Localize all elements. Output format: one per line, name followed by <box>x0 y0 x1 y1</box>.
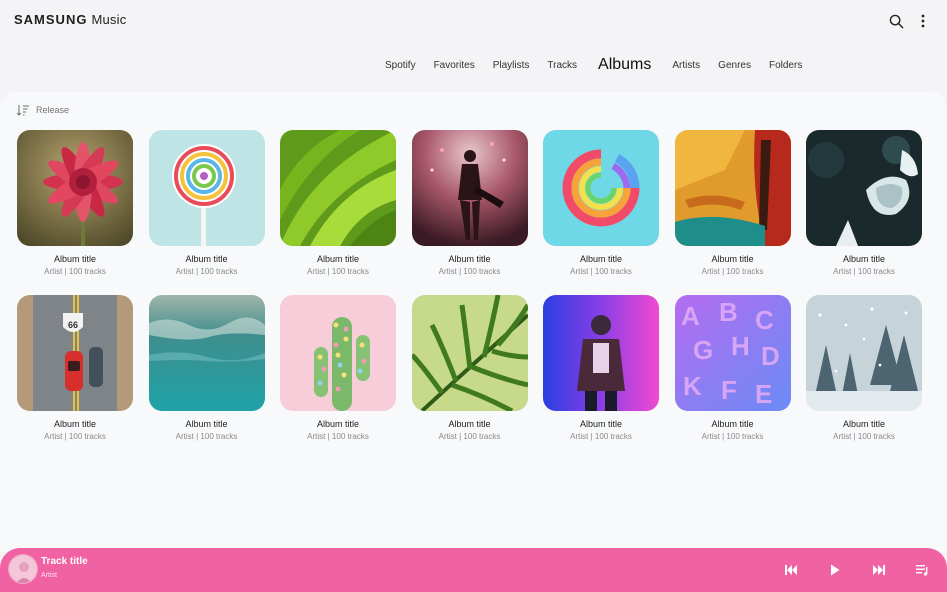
album-card[interactable]: Album title Artist | 100 tracks <box>411 295 528 442</box>
album-card[interactable]: Album title Artist | 100 tracks <box>148 130 265 277</box>
sort-icon <box>16 105 29 116</box>
svg-text:K: K <box>683 371 702 401</box>
search-icon[interactable] <box>887 12 905 30</box>
play-icon[interactable] <box>827 562 843 578</box>
album-title: Album title <box>185 419 228 429</box>
album-subtitle: Artist | 100 tracks <box>701 432 764 441</box>
album-card[interactable]: Album title Artist | 100 tracks <box>280 130 396 277</box>
svg-text:F: F <box>721 375 737 405</box>
album-cover: ABC GHD KFE <box>674 295 791 411</box>
next-icon[interactable] <box>871 562 887 578</box>
album-subtitle: Artist | 100 tracks <box>44 267 106 276</box>
album-card[interactable]: Album title Artist | 100 tracks <box>411 130 528 277</box>
album-subtitle: Artist | 100 tracks <box>307 267 369 276</box>
album-cover <box>17 130 133 246</box>
album-title: Album title <box>185 254 228 264</box>
album-subtitle: Artist | 100 tracks <box>438 267 501 276</box>
svg-text:D: D <box>761 341 780 371</box>
svg-text:66: 66 <box>68 320 78 330</box>
album-subtitle: Artist | 100 tracks <box>833 432 895 441</box>
album-cover <box>148 130 265 246</box>
album-cover <box>148 295 265 411</box>
svg-text:C: C <box>755 305 774 335</box>
track-artist: Artist <box>41 572 57 579</box>
album-title: Album title <box>842 419 886 429</box>
album-title: Album title <box>53 254 97 264</box>
album-card[interactable]: ABC GHD KFE Album title Artist | 100 tra… <box>674 295 791 442</box>
album-card[interactable]: Album title Artist | 100 tracks <box>543 130 659 277</box>
album-subtitle: Artist | 100 tracks <box>175 432 238 441</box>
tab-tracks[interactable]: Tracks <box>538 60 586 71</box>
album-subtitle: Artist | 100 tracks <box>570 267 632 276</box>
album-subtitle: Artist | 100 tracks <box>701 267 764 276</box>
album-card[interactable]: Album title Artist | 100 tracks <box>17 130 133 277</box>
track-title: Track title <box>41 556 88 567</box>
album-title: Album title <box>579 419 623 429</box>
brand-secondary: Music <box>91 12 127 27</box>
album-title: Album title <box>448 419 491 429</box>
album-title: Album title <box>842 254 886 264</box>
album-card[interactable]: Album title Artist | 100 tracks <box>674 130 791 277</box>
album-card[interactable]: Album title Artist | 100 tracks <box>280 295 396 442</box>
album-subtitle: Artist | 100 tracks <box>833 267 895 276</box>
tab-playlists[interactable]: Playlists <box>484 60 539 71</box>
album-cover: 66 <box>17 295 133 411</box>
svg-text:B: B <box>719 297 738 327</box>
album-subtitle: Artist | 100 tracks <box>44 432 106 441</box>
sort-label: Release <box>36 105 70 115</box>
category-tabs: Spotify Favorites Playlists Tracks Album… <box>376 52 811 78</box>
album-cover <box>280 295 396 411</box>
queue-icon[interactable] <box>914 562 930 578</box>
app-logo: SAMSUNG Music <box>14 12 126 27</box>
album-card[interactable]: Album title Artist | 100 tracks <box>543 295 659 442</box>
album-cover <box>543 130 659 246</box>
previous-icon[interactable] <box>783 562 799 578</box>
more-options-icon[interactable] <box>914 12 932 30</box>
album-grid: Album title Artist | 100 tracks Album ti… <box>17 130 932 442</box>
album-card[interactable]: 66 Album title Artist | 100 tracks <box>17 295 133 442</box>
album-cover <box>411 130 528 246</box>
svg-text:E: E <box>755 379 772 409</box>
album-title: Album title <box>316 419 360 429</box>
album-title: Album title <box>711 419 754 429</box>
samsung-music-app: SAMSUNG Music Spotify Favorites Playlists… <box>0 0 947 592</box>
album-card[interactable]: Album title Artist | 100 tracks <box>148 295 265 442</box>
mini-player[interactable]: Track title Artist <box>0 548 947 592</box>
brand-primary: SAMSUNG <box>14 12 88 27</box>
album-title: Album title <box>316 254 360 264</box>
album-cover <box>806 295 922 411</box>
tab-albums[interactable]: Albums <box>586 56 663 74</box>
album-cover <box>411 295 528 411</box>
now-playing-artwork <box>8 554 38 584</box>
tab-folders[interactable]: Folders <box>760 60 811 71</box>
album-card[interactable]: Album title Artist | 100 tracks <box>806 130 922 277</box>
album-subtitle: Artist | 100 tracks <box>438 432 501 441</box>
svg-text:H: H <box>731 331 750 361</box>
svg-text:G: G <box>693 335 713 365</box>
album-subtitle: Artist | 100 tracks <box>570 432 632 441</box>
tab-favorites[interactable]: Favorites <box>425 60 484 71</box>
album-title: Album title <box>448 254 491 264</box>
album-cover <box>543 295 659 411</box>
svg-text:A: A <box>681 301 700 331</box>
tab-spotify[interactable]: Spotify <box>376 60 425 71</box>
album-title: Album title <box>711 254 754 264</box>
album-subtitle: Artist | 100 tracks <box>175 267 238 276</box>
album-title: Album title <box>53 419 97 429</box>
tab-artists[interactable]: Artists <box>663 60 709 71</box>
tab-genres[interactable]: Genres <box>709 60 760 71</box>
album-cover <box>806 130 922 246</box>
sort-button[interactable]: Release <box>16 104 69 116</box>
album-cover <box>280 130 396 246</box>
album-cover <box>674 130 791 246</box>
album-card[interactable]: Album title Artist | 100 tracks <box>806 295 922 442</box>
album-subtitle: Artist | 100 tracks <box>307 432 369 441</box>
album-title: Album title <box>579 254 623 264</box>
